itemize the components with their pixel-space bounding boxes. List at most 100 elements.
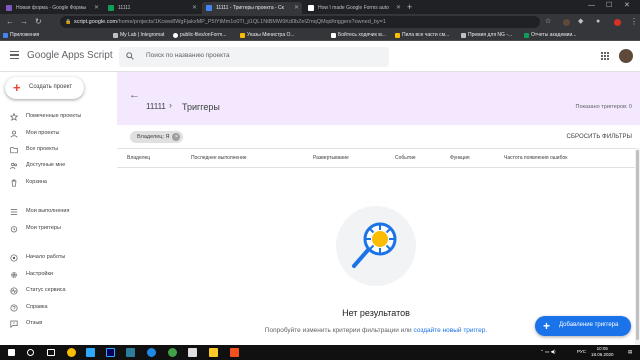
browser-menu-icon[interactable]: ⋮ — [630, 16, 638, 28]
extension-icon[interactable]: ◆ — [578, 16, 583, 28]
create-trigger-link[interactable]: создайте новый триггер. — [414, 327, 488, 334]
close-tab-icon[interactable]: ✕ — [294, 2, 299, 14]
back-arrow-icon[interactable]: ← — [129, 89, 140, 101]
bookmark-star-icon[interactable]: ☆ — [545, 16, 551, 28]
maximize-icon[interactable]: ☐ — [606, 0, 612, 12]
extension-icon[interactable] — [614, 19, 621, 26]
browser-tab[interactable]: 11111 ✕ — [104, 2, 200, 14]
integromat-icon — [113, 33, 118, 38]
sidebar-item-starred[interactable]: Помеченные проекты — [0, 110, 117, 124]
column-header-owner[interactable]: Владелец — [127, 155, 150, 161]
keyboard-language[interactable]: РУС — [577, 349, 586, 354]
clock[interactable]: 10:05 18.06.2020 — [591, 346, 614, 358]
sidebar-item-trash[interactable]: Корзина — [0, 176, 117, 190]
app-icon[interactable] — [188, 348, 197, 357]
app-icon[interactable] — [168, 348, 177, 357]
column-header-function[interactable]: Функция — [450, 155, 470, 161]
bookmarks-bar: Приложения My Lab | Integromat public-fi… — [0, 30, 640, 41]
minimize-icon[interactable]: — — [588, 0, 595, 12]
task-view-icon[interactable] — [47, 349, 55, 356]
url-host: script.google.com — [74, 19, 118, 25]
column-header-event[interactable]: Событие — [395, 155, 416, 161]
close-icon[interactable]: × — [172, 133, 181, 141]
sidebar-item-feedback[interactable]: Отзыв — [0, 317, 117, 331]
bookmark-label: My Lab | Integromat — [120, 32, 165, 38]
extension-icon[interactable]: ● — [596, 16, 600, 28]
reset-filters-button[interactable]: СБРОСИТЬ ФИЛЬТРЫ — [567, 134, 632, 140]
google-apps-icon[interactable] — [601, 52, 609, 60]
bookmark-item[interactable]: Приложения — [2, 31, 39, 40]
page-title: Триггеры — [182, 102, 220, 112]
premiere-icon[interactable] — [106, 348, 115, 357]
bookmark-item[interactable]: Отчеты академии... — [523, 31, 576, 40]
column-header-last-run[interactable]: Последнее выполнение — [191, 155, 247, 161]
create-project-button[interactable]: + Создать проект — [5, 77, 84, 99]
sidebar-item-triggers[interactable]: Мои триггеры — [0, 222, 117, 236]
bookmark-label: Указы Министра О... — [247, 32, 295, 38]
question-icon — [10, 304, 18, 312]
url-input[interactable]: 🔒 script.google.com/home/projects/1Kcww8… — [60, 16, 540, 28]
bookmark-item[interactable]: Пила все части см... — [394, 31, 449, 40]
alarm-icon — [10, 226, 18, 233]
profile-avatar[interactable] — [563, 19, 570, 26]
chrome-icon[interactable] — [67, 348, 76, 357]
browser-tab[interactable]: How I made Google Forms auto ✕ — [304, 2, 404, 14]
tab-title: How I made Google Forms auto — [318, 5, 389, 11]
scrollbar[interactable] — [635, 148, 640, 345]
file-explorer-icon[interactable] — [209, 348, 218, 357]
bookmark-item[interactable]: Указы Министра О... — [239, 31, 295, 40]
sidebar-item-help[interactable]: Справка — [0, 301, 117, 315]
owner-filter-chip[interactable]: Владелец: Я × — [130, 131, 184, 143]
close-tab-icon[interactable]: ✕ — [94, 2, 99, 14]
bookmark-item[interactable]: My Lab | Integromat — [112, 31, 164, 40]
main-menu-icon[interactable] — [10, 51, 19, 59]
account-avatar[interactable] — [619, 49, 633, 63]
page-icon — [461, 33, 466, 38]
plus-icon: + — [13, 80, 21, 95]
sidebar-item-label: Мои триггеры — [26, 225, 61, 231]
reload-icon[interactable]: ↻ — [35, 16, 42, 28]
close-tab-icon[interactable]: ✕ — [396, 2, 401, 14]
sidebar-item-settings[interactable]: Настройки — [0, 268, 117, 282]
browser-tab[interactable]: Новая форма - Google Формы ✕ — [2, 2, 102, 14]
bookmark-item[interactable]: public-files/onForm... — [172, 31, 226, 40]
sidebar-item-all-projects[interactable]: Все проекты — [0, 143, 117, 157]
notifications-icon[interactable]: ▤ — [628, 349, 632, 355]
sidebar-item-my-projects[interactable]: Мои проекты — [0, 127, 117, 141]
github-icon — [173, 33, 178, 38]
bookmark-item[interactable]: Премия для NG -... — [460, 31, 512, 40]
sheets-favicon-icon — [108, 5, 114, 11]
sidebar-item-getting-started[interactable]: Начало работы — [0, 251, 117, 265]
gear-icon — [11, 272, 17, 278]
breadcrumb-project-link[interactable]: 11111 — [146, 102, 166, 111]
close-tab-icon[interactable]: ✕ — [192, 2, 197, 14]
apps-script-favicon-icon — [206, 5, 212, 11]
search-icon[interactable] — [27, 349, 34, 356]
app-header: Google Apps Script Поиск по названию про… — [0, 41, 640, 72]
sheets-icon — [524, 33, 529, 38]
new-tab-button[interactable]: + — [407, 1, 412, 13]
tray-icons[interactable]: ⌃ ▭ ◀) — [540, 349, 555, 355]
app-icon[interactable] — [126, 348, 135, 357]
app-icon[interactable] — [147, 348, 156, 357]
sidebar-item-label: Начало работы — [26, 254, 66, 260]
windows-start-icon[interactable] — [8, 349, 15, 356]
back-arrow-icon[interactable]: ← — [6, 16, 14, 28]
add-trigger-button[interactable]: + Добавление триггера — [535, 316, 631, 336]
sidebar-item-status[interactable]: Статус сервиса — [0, 284, 117, 298]
scrollbar-thumb[interactable] — [636, 150, 639, 340]
forward-arrow-icon[interactable]: → — [20, 16, 28, 28]
column-header-error-rate[interactable]: Частота появления ошибок — [504, 155, 567, 161]
app-icon[interactable] — [230, 348, 239, 357]
column-header-deployment[interactable]: Развертывание — [313, 155, 349, 161]
browser-tab-active[interactable]: 11111 - Триггеры проекта - Ск ✕ — [202, 2, 302, 14]
close-window-icon[interactable]: ✕ — [624, 0, 630, 12]
sidebar-item-label: Справка — [26, 304, 48, 310]
site-favicon-icon — [308, 5, 314, 11]
sidebar-item-shared[interactable]: Доступные мне — [0, 159, 117, 173]
bookmark-item[interactable]: Бойтесь ходячих м... — [330, 31, 386, 40]
project-search-input[interactable]: Поиск по названию проекта — [119, 47, 389, 67]
page-icon — [331, 33, 336, 38]
sidebar-item-executions[interactable]: Мои выполнения — [0, 205, 117, 219]
photoshop-icon[interactable] — [86, 348, 95, 357]
